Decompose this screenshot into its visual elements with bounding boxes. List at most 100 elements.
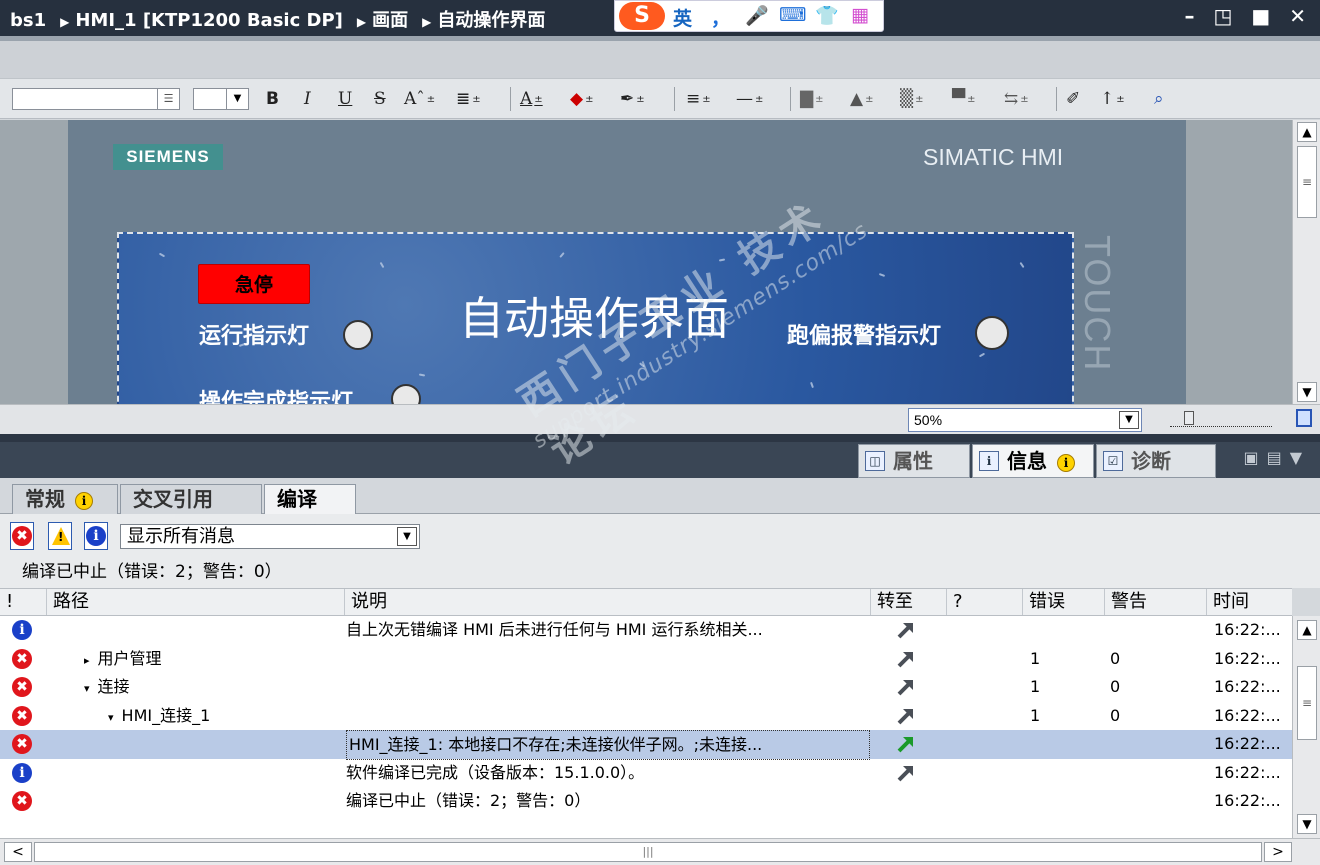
deviation-lamp[interactable] bbox=[975, 316, 1009, 350]
font-grow-button[interactable]: Aˆ ± bbox=[404, 86, 435, 112]
panel-controls[interactable]: ▣▤▼ bbox=[1243, 448, 1310, 467]
column-header-help[interactable]: ? bbox=[946, 589, 1022, 615]
goto-arrow-icon[interactable] bbox=[896, 620, 916, 640]
column-header-goto[interactable]: 转至 bbox=[870, 589, 946, 615]
ime-logo-icon[interactable]: S bbox=[619, 2, 665, 30]
table-row[interactable]: ✖ 编译已中止（错误：2；警告：0） 16:22:... bbox=[0, 787, 1292, 816]
scroll-up-icon[interactable]: ▲ bbox=[1297, 620, 1317, 640]
shirt-icon[interactable]: 👕 bbox=[815, 4, 839, 27]
filter-warnings-button[interactable]: ! bbox=[48, 522, 72, 550]
column-header-description[interactable]: 说明 bbox=[344, 589, 870, 615]
screen-editor[interactable]: SIEMENS SIMATIC HMI TOUCH 急停 自动操作界面 运行指示… bbox=[0, 120, 1292, 404]
line-width-button[interactable]: — ± bbox=[736, 86, 763, 112]
goto-arrow-icon[interactable] bbox=[896, 763, 916, 783]
column-header-warnings[interactable]: 警告 bbox=[1104, 589, 1206, 615]
table-vertical-scrollbar[interactable]: ▲ ≡ ▼ bbox=[1292, 616, 1320, 838]
scroll-up-icon[interactable]: ▲ bbox=[1297, 122, 1317, 142]
tab-info[interactable]: ℹ 信息 i bbox=[972, 444, 1094, 478]
bold-button[interactable]: B bbox=[266, 86, 279, 112]
goto-arrow-icon[interactable] bbox=[896, 677, 916, 697]
scroll-thumb[interactable]: ≡ bbox=[1297, 666, 1317, 740]
hmi-screen-canvas[interactable]: 急停 自动操作界面 运行指示灯 操作完成指示灯 跑偏报警指示灯 bbox=[117, 232, 1074, 404]
goto-arrow-icon[interactable] bbox=[896, 649, 916, 669]
column-header-time[interactable]: 时间 bbox=[1206, 589, 1292, 615]
subtab-general[interactable]: 常规 i bbox=[12, 484, 118, 514]
table-header: ! 路径 说明 转至 ? 错误 警告 时间 bbox=[0, 588, 1292, 616]
subtab-compile[interactable]: 编译 bbox=[264, 484, 356, 515]
message-filter-select[interactable]: 显示所有消息 ▼ bbox=[120, 524, 420, 549]
chevron-down-icon[interactable]: ▼ bbox=[226, 89, 248, 109]
line-color-button[interactable]: ✒ ± bbox=[620, 86, 645, 112]
tab-order-button[interactable]: ↑ ± bbox=[1100, 86, 1125, 112]
font-name-select[interactable]: ☰ bbox=[12, 88, 180, 110]
table-row[interactable]: ✖ ▾ HMI_连接_1 1 0 16:22:... bbox=[0, 702, 1292, 731]
format-painter-button[interactable]: ✐ bbox=[1066, 86, 1080, 112]
mic-icon[interactable]: 🎤 bbox=[745, 4, 769, 27]
editor-vertical-scrollbar[interactable]: ▲ ≡ ▼ bbox=[1292, 120, 1320, 404]
breadcrumb-device[interactable]: HMI_1 [KTP1200 Basic DP] bbox=[75, 10, 343, 31]
scroll-thumb[interactable]: ||| bbox=[34, 842, 1262, 862]
italic-button[interactable]: I bbox=[304, 86, 311, 112]
tree-expand-icon[interactable]: ▾ bbox=[108, 711, 114, 724]
column-header-severity[interactable]: ! bbox=[0, 589, 46, 615]
subtab-cross-reference[interactable]: 交叉引用 bbox=[120, 484, 262, 514]
brush-icon: ✐ bbox=[1066, 89, 1081, 109]
distribute-button[interactable]: ▀ ± bbox=[952, 86, 975, 112]
table-row[interactable]: ✖ HMI_连接_1: 本地接口不存在;未连接伙伴子网。;未连接... 16:22:… bbox=[0, 730, 1292, 760]
tree-expand-icon[interactable]: ▸ bbox=[84, 654, 90, 667]
snowflake-decor bbox=[418, 373, 426, 377]
ime-language[interactable]: 英 bbox=[673, 4, 692, 31]
chevron-down-icon[interactable]: ▼ bbox=[1119, 411, 1139, 429]
filter-info-button[interactable]: i bbox=[84, 522, 108, 550]
scroll-right-icon[interactable]: > bbox=[1264, 842, 1292, 862]
keyboard-icon[interactable]: ⌨ bbox=[779, 4, 806, 26]
scroll-left-icon[interactable]: < bbox=[4, 842, 32, 862]
column-header-path[interactable]: 路径 bbox=[46, 589, 344, 615]
table-row[interactable]: ✖ ▸ 用户管理 1 0 16:22:... bbox=[0, 645, 1292, 674]
fill-color-button[interactable]: ◆ ± bbox=[570, 86, 593, 112]
line-style-button[interactable]: ≡ ± bbox=[686, 86, 711, 112]
done-lamp[interactable] bbox=[391, 384, 421, 404]
zoom-slider-handle[interactable] bbox=[1184, 411, 1194, 425]
zoom-region-button[interactable]: ⌕ bbox=[1154, 86, 1164, 112]
filter-errors-button[interactable]: ✖ bbox=[10, 522, 34, 550]
row-description: 编译已中止（错误：2；警告：0） bbox=[346, 791, 591, 810]
rotate-button[interactable]: ▲ ± bbox=[850, 86, 873, 112]
window-controls[interactable]: – ◳ ■ ✕ bbox=[1185, 4, 1312, 28]
goto-arrow-icon[interactable] bbox=[896, 734, 916, 754]
table-horizontal-scrollbar[interactable]: < ||| > bbox=[0, 838, 1320, 865]
zoom-fit-icon[interactable] bbox=[1296, 409, 1312, 427]
scroll-down-icon[interactable]: ▼ bbox=[1297, 814, 1317, 834]
underline-button[interactable]: U bbox=[338, 86, 352, 112]
snowflake-decor bbox=[878, 273, 886, 277]
text-align-button[interactable]: ≣ ± bbox=[456, 86, 481, 112]
scroll-down-icon[interactable]: ▼ bbox=[1297, 382, 1317, 402]
run-lamp[interactable] bbox=[343, 320, 373, 350]
table-row[interactable]: i 软件编译已完成（设备版本：15.1.0.0）。 16:22:... bbox=[0, 759, 1292, 788]
zoom-select[interactable]: 50% ▼ bbox=[908, 408, 1142, 432]
column-header-errors[interactable]: 错误 bbox=[1022, 589, 1104, 615]
strikethrough-button[interactable]: S bbox=[374, 86, 386, 112]
tab-properties[interactable]: ◫ 属性 bbox=[858, 444, 970, 478]
table-row[interactable]: i 自上次无错编译 HMI 后未进行任何与 HMI 运行系统相关... 16:22:… bbox=[0, 616, 1292, 645]
scroll-thumb[interactable]: ≡ bbox=[1297, 146, 1317, 218]
spacing-button[interactable]: ⇆ ± bbox=[1004, 86, 1029, 112]
zoom-slider[interactable] bbox=[1170, 411, 1272, 427]
chevron-down-icon[interactable]: ▼ bbox=[397, 527, 417, 546]
table-row[interactable]: ✖ ▾ 连接 1 0 16:22:... bbox=[0, 673, 1292, 702]
apps-icon[interactable]: ▦ bbox=[851, 4, 869, 26]
font-color-button[interactable]: A ± bbox=[520, 86, 543, 112]
font-size-select[interactable]: ▼ bbox=[193, 88, 249, 110]
list-icon[interactable]: ☰ bbox=[157, 89, 179, 109]
tab-diagnostics[interactable]: ☑ 诊断 bbox=[1096, 444, 1216, 478]
arrange-button[interactable]: ▇ ± bbox=[800, 86, 823, 112]
breadcrumb-screen[interactable]: 自动操作界面 bbox=[437, 10, 545, 31]
breadcrumb-screens[interactable]: 画面 bbox=[372, 10, 408, 31]
ime-punct-icon[interactable]: ， bbox=[711, 4, 730, 31]
ime-toolbar[interactable]: S 英 ， 🎤 ⌨ 👕 ▦ bbox=[614, 0, 884, 32]
align-objects-button[interactable]: ▒ ± bbox=[900, 86, 923, 112]
breadcrumb-project[interactable]: bs1 bbox=[10, 10, 46, 31]
tree-expand-icon[interactable]: ▾ bbox=[84, 682, 90, 695]
goto-arrow-icon[interactable] bbox=[896, 706, 916, 726]
estop-button[interactable]: 急停 bbox=[198, 264, 310, 304]
